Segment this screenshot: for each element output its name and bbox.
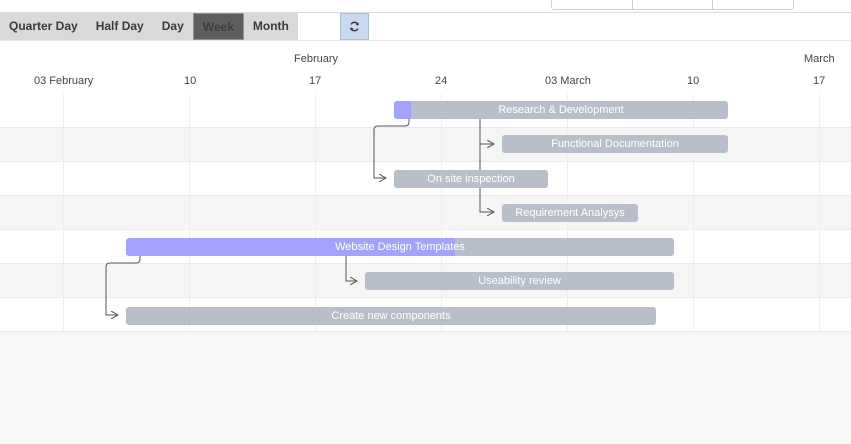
week-label-17-feb: 17 xyxy=(309,75,322,87)
week-label-17-mar: 17 xyxy=(813,75,826,87)
task-label: Create new components xyxy=(331,310,451,322)
top-button-1[interactable] xyxy=(552,0,633,9)
task-label: On site inspection xyxy=(427,173,515,185)
task-bar-requirement-analysys[interactable]: Requirement Analysys xyxy=(502,204,638,222)
task-label: Requirement Analysys xyxy=(515,207,625,219)
grid-column-line xyxy=(315,94,316,332)
gantt-grid xyxy=(0,94,851,332)
week-label-10-mar: 10 xyxy=(687,75,700,87)
top-button-3[interactable] xyxy=(713,0,793,9)
view-mode-day[interactable]: Day xyxy=(153,13,193,40)
task-label: Website Design Templates xyxy=(335,241,465,253)
task-label: Useability review xyxy=(478,275,561,287)
task-bar-functional-documentation[interactable]: Functional Documentation xyxy=(502,135,728,153)
task-progress xyxy=(394,101,411,119)
task-label: Functional Documentation xyxy=(551,138,679,150)
week-label-24-feb: 24 xyxy=(435,75,448,87)
top-strip xyxy=(0,0,851,13)
refresh-icon xyxy=(350,21,359,32)
grid-column-line xyxy=(189,94,190,332)
task-bar-website-design-templates[interactable]: Website Design Templates xyxy=(126,238,674,256)
week-label-03-february: 03 February xyxy=(34,75,94,87)
view-mode-group: Quarter Day Half Day Day Week Month xyxy=(0,13,298,40)
week-label-10-feb: 10 xyxy=(184,75,197,87)
task-label: Research & Development xyxy=(498,104,624,116)
timeline-header: February March 03 February 10 17 24 03 M… xyxy=(0,41,851,95)
month-label-march: March xyxy=(804,53,835,65)
task-bar-on-site-inspection[interactable]: On site inspection xyxy=(394,170,548,188)
view-mode-week[interactable]: Week xyxy=(192,13,244,40)
grid-row xyxy=(0,196,851,230)
grid-column-line xyxy=(693,94,694,332)
view-mode-quarter-day[interactable]: Quarter Day xyxy=(0,13,87,40)
task-bar-useability-review[interactable]: Useability review xyxy=(365,272,674,290)
refresh-button[interactable] xyxy=(340,13,369,40)
grid-column-line xyxy=(819,94,820,332)
view-mode-half-day[interactable]: Half Day xyxy=(87,13,153,40)
month-label-february: February xyxy=(294,53,339,65)
grid-column-line xyxy=(441,94,442,332)
top-button-2[interactable] xyxy=(633,0,714,9)
top-button-group xyxy=(551,0,794,10)
toolbar: Quarter Day Half Day Day Week Month xyxy=(0,13,851,41)
grid-column-line xyxy=(63,94,64,332)
view-mode-month[interactable]: Month xyxy=(244,13,298,40)
task-bar-research-development[interactable]: Research & Development xyxy=(394,101,728,119)
week-label-03-march: 03 March xyxy=(545,75,591,87)
task-bar-create-new-components[interactable]: Create new components xyxy=(126,307,656,325)
